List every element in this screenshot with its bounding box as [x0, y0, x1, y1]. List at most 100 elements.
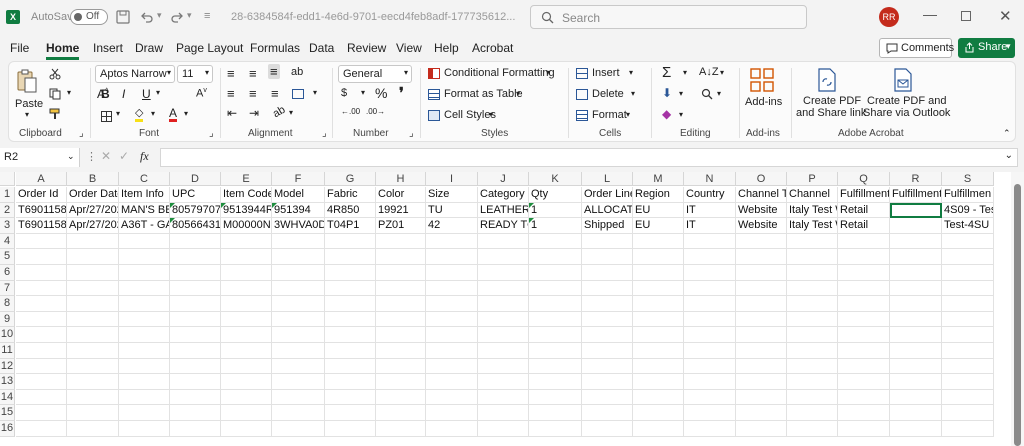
- cell-j12[interactable]: [478, 358, 529, 375]
- cell-h9[interactable]: [376, 311, 426, 328]
- number-format-select[interactable]: General ▾: [338, 65, 412, 83]
- cell-q3[interactable]: Retail: [838, 218, 890, 234]
- column-header-a[interactable]: A: [16, 172, 67, 186]
- middle-align-icon[interactable]: ≡: [249, 66, 257, 81]
- cell-r1[interactable]: Fulfillment Cen: [890, 187, 942, 203]
- cell-d15[interactable]: [170, 405, 221, 421]
- cell-q15[interactable]: [838, 405, 890, 421]
- column-header-c[interactable]: C: [119, 172, 170, 186]
- cell-j7[interactable]: [478, 280, 529, 297]
- cell-f10[interactable]: [272, 327, 325, 343]
- cell-k12[interactable]: [529, 358, 582, 375]
- cell-m2[interactable]: EU: [633, 202, 684, 219]
- cell-c10[interactable]: [119, 327, 170, 343]
- cell-l12[interactable]: [582, 358, 633, 375]
- cell-k9[interactable]: [529, 311, 582, 328]
- cell-f7[interactable]: [272, 280, 325, 297]
- bottom-align-icon[interactable]: ≡: [268, 64, 280, 79]
- cell-j8[interactable]: [478, 296, 529, 312]
- redo-icon[interactable]: [170, 10, 184, 24]
- comma-style-icon[interactable]: ❜: [399, 84, 404, 102]
- insert-cells-button[interactable]: Insert: [592, 67, 620, 79]
- cell-p7[interactable]: [787, 280, 838, 297]
- cell-l5[interactable]: [582, 249, 633, 265]
- cell-n5[interactable]: [684, 249, 736, 265]
- cell-n11[interactable]: [684, 343, 736, 359]
- cell-h8[interactable]: [376, 296, 426, 312]
- cell-p8[interactable]: [787, 296, 838, 312]
- cell-q9[interactable]: [838, 311, 890, 328]
- cell-e11[interactable]: [221, 343, 272, 359]
- tab-acrobat[interactable]: Acrobat: [472, 41, 513, 55]
- cell-q14[interactable]: [838, 389, 890, 406]
- cell-k13[interactable]: [529, 374, 582, 390]
- cell-n14[interactable]: [684, 389, 736, 406]
- cell-s14[interactable]: [942, 389, 994, 406]
- cell-a9[interactable]: [16, 311, 67, 328]
- cell-r16[interactable]: [890, 421, 942, 437]
- cell-i14[interactable]: [426, 389, 478, 406]
- cell-g10[interactable]: [325, 327, 376, 343]
- cell-l13[interactable]: [582, 374, 633, 390]
- conditional-formatting-dropdown-icon[interactable]: ▾: [546, 68, 550, 77]
- cell-o7[interactable]: [736, 280, 787, 297]
- cell-i2[interactable]: TU: [426, 202, 478, 219]
- font-launcher-icon[interactable]: ⌟: [209, 128, 214, 139]
- undo-icon[interactable]: [140, 10, 154, 24]
- copy-icon[interactable]: [49, 88, 61, 100]
- cell-g15[interactable]: [325, 405, 376, 421]
- accounting-format-icon[interactable]: $: [341, 87, 347, 99]
- cell-g6[interactable]: [325, 265, 376, 281]
- cell-f16[interactable]: [272, 421, 325, 437]
- bold-icon[interactable]: B: [101, 87, 110, 101]
- sort-filter-dropdown-icon[interactable]: ▾: [720, 68, 724, 77]
- cell-g11[interactable]: [325, 343, 376, 359]
- cell-p2[interactable]: Italy Test W: [787, 202, 838, 219]
- tab-view[interactable]: View: [396, 41, 422, 55]
- cell-o15[interactable]: [736, 405, 787, 421]
- formula-input[interactable]: ⌄: [160, 148, 1018, 167]
- cell-s4[interactable]: [942, 233, 994, 250]
- cell-g14[interactable]: [325, 389, 376, 406]
- cell-m1[interactable]: Region: [633, 187, 684, 203]
- cell-g13[interactable]: [325, 374, 376, 390]
- cell-i15[interactable]: [426, 405, 478, 421]
- insert-dropdown-icon[interactable]: ▾: [629, 68, 633, 77]
- cell-k15[interactable]: [529, 405, 582, 421]
- cell-h13[interactable]: [376, 374, 426, 390]
- cell-b7[interactable]: [67, 280, 119, 297]
- cell-c16[interactable]: [119, 421, 170, 437]
- more-options-icon[interactable]: ⋮: [86, 150, 97, 163]
- cell-i10[interactable]: [426, 327, 478, 343]
- column-header-d[interactable]: D: [170, 172, 221, 186]
- conditional-formatting-icon[interactable]: [428, 68, 440, 79]
- percent-icon[interactable]: %: [375, 85, 387, 101]
- cell-b15[interactable]: [67, 405, 119, 421]
- cell-m3[interactable]: EU: [633, 218, 684, 234]
- cell-g1[interactable]: Fabric: [325, 187, 376, 203]
- cell-e10[interactable]: [221, 327, 272, 343]
- cell-a16[interactable]: [16, 421, 67, 437]
- fill-icon[interactable]: ⬇: [662, 86, 672, 100]
- decrease-indent-icon[interactable]: ⇤: [227, 106, 237, 120]
- cell-i16[interactable]: [426, 421, 478, 437]
- cell-d13[interactable]: [170, 374, 221, 390]
- cell-i12[interactable]: [426, 358, 478, 375]
- cell-m8[interactable]: [633, 296, 684, 312]
- column-header-i[interactable]: I: [426, 172, 478, 186]
- cell-a14[interactable]: [16, 389, 67, 406]
- cell-d7[interactable]: [170, 280, 221, 297]
- column-header-l[interactable]: L: [582, 172, 633, 186]
- cell-l2[interactable]: ALLOCATED: [582, 202, 633, 219]
- cell-p9[interactable]: [787, 311, 838, 328]
- search-box[interactable]: Search: [530, 5, 807, 29]
- cell-s2[interactable]: 4S09 - Tes: [942, 202, 994, 219]
- cell-a5[interactable]: [16, 249, 67, 265]
- cell-n16[interactable]: [684, 421, 736, 437]
- cell-p1[interactable]: Channel: [787, 187, 838, 203]
- cell-g5[interactable]: [325, 249, 376, 265]
- cell-f14[interactable]: [272, 389, 325, 406]
- cell-h4[interactable]: [376, 233, 426, 250]
- find-select-icon[interactable]: [701, 88, 713, 100]
- cell-l14[interactable]: [582, 389, 633, 406]
